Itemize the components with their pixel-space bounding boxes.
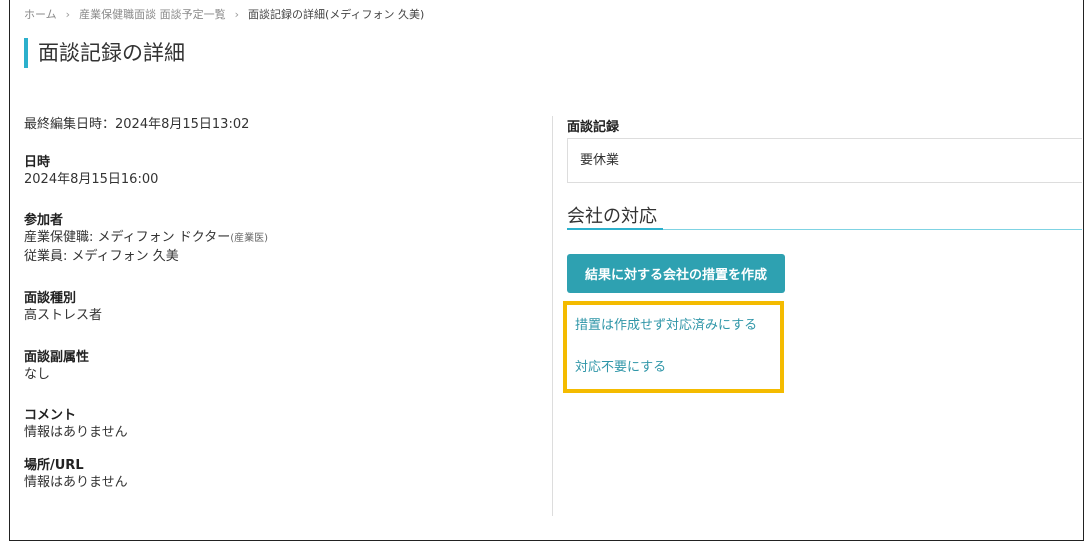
create-company-measure-button[interactable]: 結果に対する会社の措置を作成 bbox=[567, 254, 785, 293]
last-edited-timestamp: 最終編集日時：2024年8月15日13:02 bbox=[24, 117, 250, 132]
column-divider bbox=[552, 116, 553, 516]
breadcrumb-separator: › bbox=[234, 8, 239, 21]
location-label: 場所/URL bbox=[24, 458, 84, 473]
comment-field: コメント 情報はありません bbox=[24, 407, 128, 442]
record-value-box: 要休業 bbox=[567, 138, 1082, 183]
participant-staff-role: (産業医) bbox=[230, 233, 269, 244]
page-title: 面談記録の詳細 bbox=[24, 38, 185, 68]
interview-type-field: 面談種別 高ストレス者 bbox=[24, 290, 102, 325]
company-response-heading: 会社の対応 bbox=[567, 206, 657, 227]
mark-done-without-measure-link[interactable]: 措置は作成せず対応済みにする bbox=[575, 314, 757, 333]
sub-attribute-value: なし bbox=[24, 367, 51, 382]
sub-attribute-field: 面談副属性 なし bbox=[24, 349, 89, 384]
page-frame: ホーム › 産業保健職面談 面談予定一覧 › 面談記録の詳細(メディフォン 久美) 面談… bbox=[9, 0, 1084, 541]
datetime-label: 日時 bbox=[24, 155, 51, 170]
breadcrumb-separator: › bbox=[65, 8, 71, 21]
participant-staff-name: 産業保健職: メディフォン ドクター bbox=[24, 230, 231, 245]
breadcrumb-home-link[interactable]: ホーム bbox=[24, 8, 57, 21]
participant-employee: 従業員: メディフォン 久美 bbox=[24, 249, 179, 264]
breadcrumb-current: 面談記録の詳細(メディフォン 久美) bbox=[247, 8, 425, 21]
datetime-field: 日時 2024年8月15日16:00 bbox=[24, 154, 158, 189]
section-underline bbox=[567, 228, 1082, 230]
datetime-value: 2024年8月15日16:00 bbox=[24, 172, 159, 187]
breadcrumb-interview-schedule-link[interactable]: 産業保健職面談 面談予定一覧 bbox=[79, 8, 226, 21]
record-label: 面談記録 bbox=[567, 120, 620, 135]
location-field: 場所/URL 情報はありません bbox=[24, 457, 128, 492]
section-underline-accent bbox=[567, 228, 663, 230]
location-value: 情報はありません bbox=[24, 475, 128, 490]
comment-label: コメント bbox=[24, 408, 77, 423]
interview-type-label: 面談種別 bbox=[24, 291, 77, 306]
participant-staff: 産業保健職: メディフォン ドクター(産業医) bbox=[24, 229, 268, 248]
sub-attribute-label: 面談副属性 bbox=[24, 350, 90, 365]
interview-type-value: 高ストレス者 bbox=[24, 308, 103, 323]
mark-not-required-link[interactable]: 対応不要にする bbox=[575, 356, 666, 375]
breadcrumb: ホーム › 産業保健職面談 面談予定一覧 › 面談記録の詳細(メディフォン 久美) bbox=[24, 6, 424, 22]
participants-field: 参加者 産業保健職: メディフォン ドクター(産業医) 従業員: メディフォン … bbox=[24, 212, 268, 266]
comment-value: 情報はありません bbox=[24, 425, 128, 440]
participants-label: 参加者 bbox=[24, 213, 64, 228]
